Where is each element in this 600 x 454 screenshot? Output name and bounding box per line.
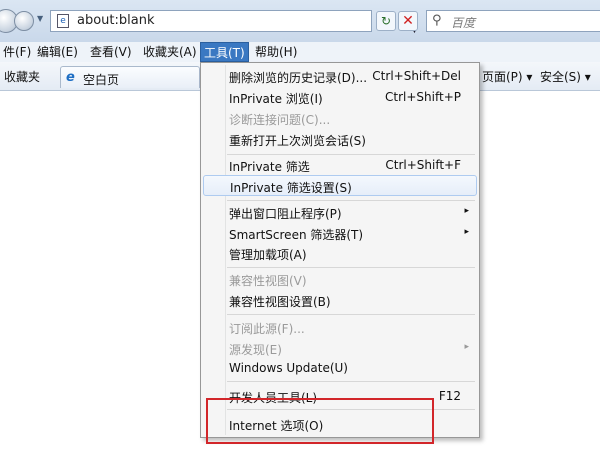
menu-item-label: InPrivate 浏览(I)	[229, 92, 323, 106]
menu-file[interactable]: 件(F)	[0, 42, 34, 62]
submenu-arrow-icon: ▸	[464, 342, 469, 352]
search-input[interactable]: 百度	[451, 14, 475, 31]
page-menu-button[interactable]: 页面(P) ▾	[482, 68, 532, 85]
shortcut-label: Ctrl+Shift+Del	[372, 69, 461, 83]
address-input[interactable]: about:blank	[77, 13, 155, 28]
menu-item-compatibility-view: 兼容性视图(V)	[203, 269, 477, 290]
menu-item-subscribe-feed: 订阅此源(F)...	[203, 317, 477, 338]
safety-menu-button[interactable]: 安全(S) ▾	[540, 68, 591, 85]
menu-item-inprivate-filtering[interactable]: InPrivate 筛选 Ctrl+Shift+F	[203, 155, 477, 176]
menu-item-label: 弹出窗口阻止程序(P)	[229, 207, 342, 221]
address-bar[interactable]: e about:blank ▼	[50, 10, 418, 35]
shortcut-label: Ctrl+Shift+P	[385, 90, 461, 104]
menu-separator	[227, 381, 475, 382]
menu-item-delete-history[interactable]: 删除浏览的历史记录(D)... Ctrl+Shift+Del	[203, 66, 477, 87]
search-icon: ⚲	[432, 13, 442, 28]
menu-item-label: 兼容性视图设置(B)	[229, 295, 331, 309]
menu-separator	[227, 200, 475, 201]
menu-item-label: 订阅此源(F)...	[229, 322, 305, 336]
menu-item-label: SmartScreen 筛选器(T)	[229, 228, 364, 242]
menu-item-label: 诊断连接问题(C)...	[229, 113, 331, 127]
search-box[interactable]: ⚲ 百度	[426, 10, 600, 32]
ie-icon: e	[66, 70, 75, 85]
submenu-arrow-icon: ▸	[464, 206, 469, 216]
refresh-icon[interactable]: ↻	[376, 11, 396, 31]
menu-item-manage-addons[interactable]: 管理加载项(A)	[203, 243, 477, 264]
menu-item-label: 重新打开上次浏览会话(S)	[229, 134, 366, 148]
menu-edit[interactable]: 编辑(E)	[34, 42, 81, 62]
menu-item-feed-discovery: 源发现(E) ▸	[203, 338, 477, 359]
forward-button[interactable]	[14, 11, 34, 31]
menu-item-label: 管理加载项(A)	[229, 248, 307, 262]
menu-item-compatibility-view-settings[interactable]: 兼容性视图设置(B)	[203, 290, 477, 311]
page-icon: e	[57, 14, 69, 28]
menu-item-inprivate-browsing[interactable]: InPrivate 浏览(I) Ctrl+Shift+P	[203, 87, 477, 108]
submenu-arrow-icon: ▸	[464, 227, 469, 237]
menu-item-label: 删除浏览的历史记录(D)...	[229, 71, 368, 85]
address-toolbar: ▼ e about:blank ▼ ↻ ✕ ⚲ 百度	[0, 0, 600, 42]
recent-pages-dropdown-icon[interactable]: ▼	[37, 14, 43, 23]
tab-blank-page[interactable]: e 空白页	[60, 66, 200, 88]
favorites-button[interactable]: 收藏夹	[4, 68, 40, 85]
menu-help[interactable]: 帮助(H)	[252, 42, 300, 62]
highlight-annotation-box	[206, 398, 434, 444]
menu-item-label: 兼容性视图(V)	[229, 274, 307, 288]
stop-icon[interactable]: ✕	[398, 11, 418, 31]
tab-label: 空白页	[83, 73, 120, 87]
menu-separator	[227, 314, 475, 315]
menu-view[interactable]: 查看(V)	[87, 42, 135, 62]
menu-favorites[interactable]: 收藏夹(A)	[140, 42, 200, 62]
shortcut-label: Ctrl+Shift+F	[385, 158, 461, 172]
menu-item-smartscreen-filter[interactable]: SmartScreen 筛选器(T) ▸	[203, 223, 477, 244]
tools-dropdown-menu: 删除浏览的历史记录(D)... Ctrl+Shift+Del InPrivate…	[200, 62, 480, 438]
menu-item-windows-update[interactable]: Windows Update(U)	[203, 358, 477, 379]
menu-item-inprivate-filter-settings[interactable]: InPrivate 筛选设置(S)	[203, 175, 477, 196]
menu-item-label: Windows Update(U)	[229, 361, 348, 375]
menu-item-popup-blocker[interactable]: 弹出窗口阻止程序(P) ▸	[203, 202, 477, 223]
menu-item-label: InPrivate 筛选	[229, 160, 310, 174]
menu-tools[interactable]: 工具(T)	[200, 42, 249, 62]
menu-item-reopen-session[interactable]: 重新打开上次浏览会话(S)	[203, 129, 477, 150]
menu-item-label: InPrivate 筛选设置(S)	[230, 181, 352, 195]
menu-bar: 件(F) 编辑(E) 查看(V) 收藏夹(A) 工具(T) 帮助(H)	[0, 42, 600, 63]
shortcut-label: F12	[438, 389, 461, 403]
menu-item-label: 源发现(E)	[229, 343, 282, 357]
menu-item-diagnose-connection: 诊断连接问题(C)...	[203, 108, 477, 129]
menu-separator	[227, 267, 475, 268]
